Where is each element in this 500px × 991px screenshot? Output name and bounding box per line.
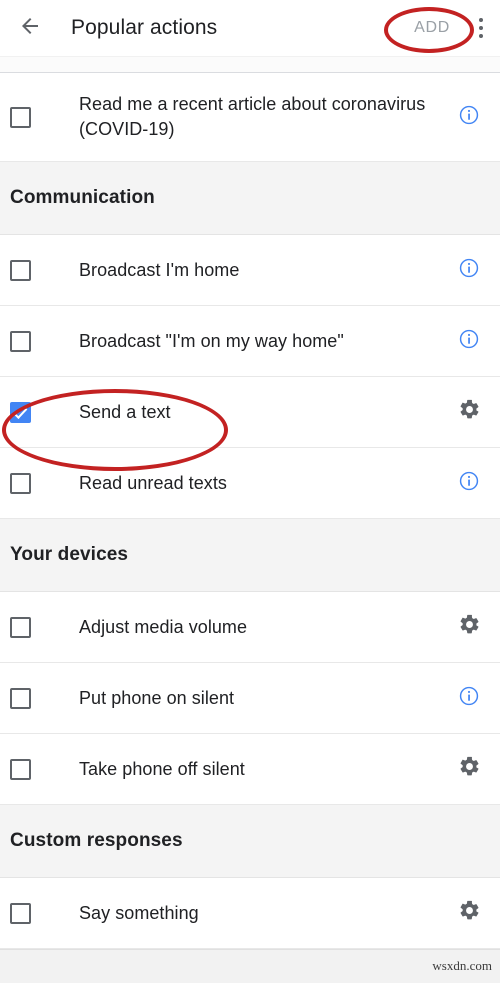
section-header: Your devices xyxy=(0,519,500,592)
list-item-label: Broadcast I'm home xyxy=(79,259,240,280)
list-item[interactable]: Send a text xyxy=(0,377,500,448)
overflow-menu-button[interactable] xyxy=(464,5,498,51)
info-icon xyxy=(458,685,480,712)
list-item-label: Send a text xyxy=(79,401,171,422)
settings-button[interactable] xyxy=(456,614,482,640)
section-header: Communication xyxy=(0,162,500,235)
settings-button[interactable] xyxy=(456,399,482,425)
gear-icon xyxy=(458,755,481,783)
info-icon xyxy=(458,470,480,497)
list-item[interactable]: Adjust media volume xyxy=(0,592,500,663)
list-item[interactable]: Take phone off silent xyxy=(0,734,500,805)
gear-icon xyxy=(458,398,481,426)
list-item[interactable]: Read unread texts xyxy=(0,448,500,519)
more-vertical-icon-dot xyxy=(479,34,483,38)
checkbox-unchecked[interactable] xyxy=(10,330,31,352)
list-item[interactable]: Read me a recent article about coronavir… xyxy=(0,73,500,162)
settings-button[interactable] xyxy=(456,756,482,782)
list-item-label: Put phone on silent xyxy=(79,687,235,708)
app-bar: Popular actions ADD xyxy=(0,0,500,56)
scrolled-partial-row xyxy=(0,56,500,73)
checkbox-unchecked[interactable] xyxy=(10,758,31,780)
page-title: Popular actions xyxy=(71,16,218,39)
info-button[interactable] xyxy=(456,328,482,354)
actions-list[interactable]: Read me a recent article about coronavir… xyxy=(0,56,500,983)
back-button[interactable] xyxy=(10,8,50,48)
list-item[interactable]: Broadcast I'm home xyxy=(0,235,500,306)
checkbox-unchecked[interactable] xyxy=(10,616,31,638)
info-icon xyxy=(458,104,480,131)
list-item-label: Take phone off silent xyxy=(79,758,245,779)
checkbox-unchecked[interactable] xyxy=(10,259,31,281)
section-header-label: Your devices xyxy=(10,544,129,565)
gear-icon xyxy=(458,899,481,927)
checkbox-unchecked[interactable] xyxy=(10,687,31,709)
list-item-label: Adjust media volume xyxy=(79,616,248,637)
settings-button[interactable] xyxy=(456,900,482,926)
list-item-label: Read unread texts xyxy=(79,472,227,493)
list-item[interactable]: Put phone on silent xyxy=(0,663,500,734)
info-icon xyxy=(458,257,480,284)
checkbox-unchecked[interactable] xyxy=(10,472,31,494)
list-item[interactable]: Say something xyxy=(0,878,500,949)
section-header: Custom responses xyxy=(0,805,500,878)
add-button[interactable]: ADD xyxy=(406,13,458,43)
more-vertical-icon xyxy=(479,18,483,22)
checkbox-unchecked[interactable] xyxy=(10,106,31,128)
info-button[interactable] xyxy=(456,470,482,496)
info-button[interactable] xyxy=(456,257,482,283)
checkbox-unchecked[interactable] xyxy=(10,902,31,924)
info-button[interactable] xyxy=(456,685,482,711)
section-header-label: Communication xyxy=(10,187,155,208)
more-vertical-icon-dot xyxy=(479,26,483,30)
list-item-label: Broadcast "I'm on my way home" xyxy=(79,330,344,351)
checkbox-checked[interactable] xyxy=(10,401,31,423)
arrow-left-icon xyxy=(18,14,42,43)
list-item-label: Say something xyxy=(79,902,199,923)
info-icon xyxy=(458,328,480,355)
footer-strip: wsxdn.com xyxy=(0,949,500,983)
list-item[interactable]: Broadcast "I'm on my way home" xyxy=(0,306,500,377)
list-item-label: Read me a recent article about coronavir… xyxy=(79,94,426,139)
info-button[interactable] xyxy=(456,104,482,130)
section-header-label: Custom responses xyxy=(10,830,183,851)
watermark: wsxdn.com xyxy=(432,958,492,973)
list-container: Read me a recent article about coronavir… xyxy=(0,73,500,949)
gear-icon xyxy=(458,613,481,641)
